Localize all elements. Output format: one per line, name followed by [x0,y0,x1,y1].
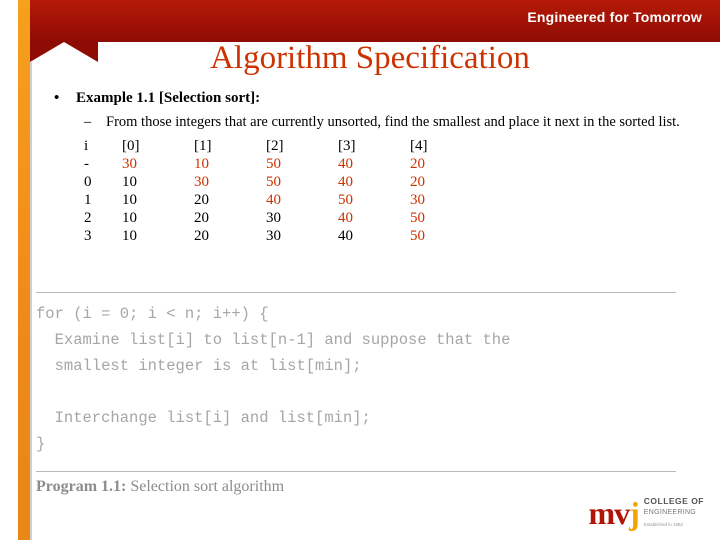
table-body: -30 10 50 40 20 0 10 30 50 40 20 1 10 20 40 50 30 2 10 20 30… [84,155,482,245]
banner-tagline: Engineered for Tomorrow [527,9,702,25]
table-cell-value: 10 [194,156,209,172]
program-code: for (i = 0; i < n; i++) { Examine list[i… [36,305,511,453]
table-cell-value: 30 [122,156,137,172]
table-cell-index: - [84,156,89,172]
table-cell-value: 50 [338,192,353,208]
logo-wordmark: mvj [588,495,640,531]
left-accent-bar-bottom [18,288,30,540]
table-row: - 30 10 50 40 20 [84,155,482,173]
logo-line1: COLLEGE OF [643,496,704,506]
table-header-c3: [3] [338,138,356,154]
table-cell-value: 40 [338,174,353,190]
table-cell-value: 20 [194,192,209,208]
table-cell-value: 40 [338,156,353,172]
logo-j: j [629,495,640,531]
logo-mv: mv [588,495,630,531]
table-cell-value: 30 [266,228,281,244]
program-rule-top [36,292,676,293]
table-header-i: i [84,138,89,154]
table-header-c0: [0] [122,138,140,154]
table-cell-index: 3 [84,228,92,244]
table-cell-value: 20 [194,228,209,244]
left-divider-line [30,62,32,540]
logo-line2: ENGINEERING [643,509,697,516]
table-row: 3 10 20 30 40 50 [84,227,482,245]
table-cell-value: 20 [410,156,425,172]
table-header-c2: [2] [266,138,284,154]
program-caption-label: Program 1.1: [36,478,127,495]
table-row: 1 10 20 40 50 30 [84,191,482,209]
program-caption-text: Selection sort algorithm [126,478,285,495]
table-header-c1: [1] [194,138,212,154]
table-header-row: i [0] [1] [2] [3] [4] [84,137,482,155]
table-cell-index: 2 [84,210,92,226]
table-cell-value: 40 [338,228,353,244]
table-cell-value: 50 [266,174,281,190]
bullet-level2-text: From those integers that are currently u… [106,114,680,130]
page-title: Algorithm Specification [210,40,530,76]
table-header-c4: [4] [410,138,428,154]
program-block: for (i = 0; i < n; i++) { Examine list[i… [36,292,676,496]
table-cell-value: 50 [410,210,425,226]
program-rule-bottom [36,471,676,472]
table-cell-value: 30 [266,210,281,226]
table-cell-value: 10 [122,210,137,226]
logo-line3: Established in 1982 [643,522,684,527]
table-cell-value: 20 [410,174,425,190]
bullet-level2: – From those integers that are currently… [40,114,710,131]
table-cell-value: 20 [194,210,209,226]
table-row: 0 10 30 50 40 20 [84,173,482,191]
top-banner: Engineered for Tomorrow [30,0,720,42]
bullet-dash-icon: – [84,114,92,130]
mvj-logo: mvj COLLEGE OF ENGINEERING Established i… [588,496,704,530]
logo-subtext: COLLEGE OF ENGINEERING Established in 19… [644,496,704,530]
program-caption: Program 1.1: Selection sort algorithm [36,478,676,496]
selection-sort-table: i [0] [1] [2] [3] [4] - 30 10 50 40 20 0 10 30 50… [84,137,482,245]
table-cell-index: 0 [84,174,92,190]
table-cell-value: 50 [266,156,281,172]
table-cell-value: 40 [338,210,353,226]
table-row: 2 10 20 30 40 50 [84,209,482,227]
bullet-level1: • Example 1.1 [Selection sort]: [40,88,710,108]
table-cell-value: 10 [122,228,137,244]
table-cell-value: 50 [410,228,425,244]
bullet-dot-icon: • [54,90,60,106]
table-cell-index: 1 [84,192,92,208]
bullet-level1-text: Example 1.1 [Selection sort]: [76,90,261,106]
table-header: i [0] [1] [2] [3] [4] [84,137,482,155]
table-cell-value: 10 [122,192,137,208]
table-cell-value: 40 [266,192,281,208]
left-accent-bar-top [18,0,30,288]
table-cell-value: 10 [122,174,137,190]
table-cell-value: 30 [194,174,209,190]
slide-content: • Example 1.1 [Selection sort]: – From t… [40,88,710,245]
table-cell-value: 30 [410,192,425,208]
